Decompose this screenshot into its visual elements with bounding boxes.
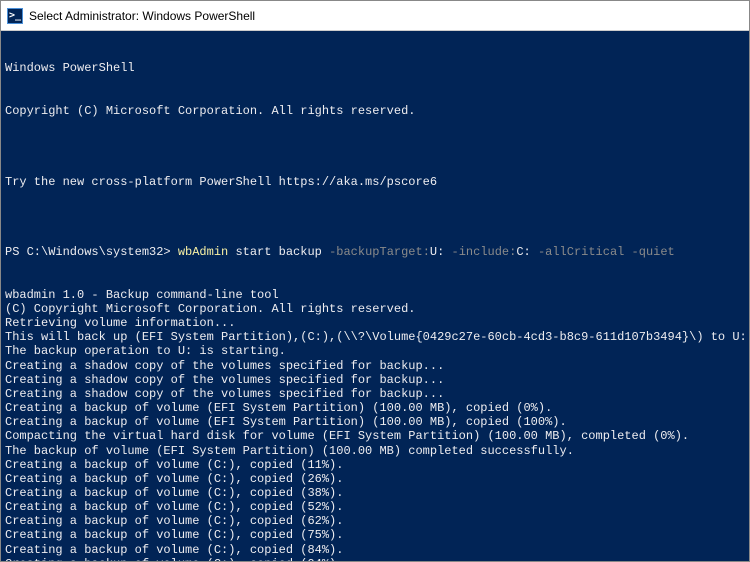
output-line: Creating a shadow copy of the volumes sp… bbox=[5, 387, 745, 401]
output-line: Creating a backup of volume (C:), copied… bbox=[5, 472, 745, 486]
output-line: wbadmin 1.0 - Backup command-line tool bbox=[5, 288, 745, 302]
command-args: start backup bbox=[228, 245, 329, 259]
try-pscore-line: Try the new cross-platform PowerShell ht… bbox=[5, 175, 745, 189]
output-lines: wbadmin 1.0 - Backup command-line tool(C… bbox=[5, 288, 745, 561]
command-flag: -backupTarget: bbox=[329, 245, 430, 259]
powershell-icon: >_ bbox=[7, 8, 23, 24]
output-line: Creating a backup of volume (C:), copied… bbox=[5, 543, 745, 557]
output-line: Creating a backup of volume (C:), copied… bbox=[5, 458, 745, 472]
output-line: Retrieving volume information... bbox=[5, 316, 745, 330]
banner-line: Copyright (C) Microsoft Corporation. All… bbox=[5, 104, 745, 118]
output-line: Creating a backup of volume (C:), copied… bbox=[5, 557, 745, 561]
terminal-body[interactable]: Windows PowerShell Copyright (C) Microso… bbox=[1, 31, 749, 561]
output-line: Compacting the virtual hard disk for vol… bbox=[5, 429, 745, 443]
output-line: Creating a backup of volume (C:), copied… bbox=[5, 514, 745, 528]
output-line: Creating a shadow copy of the volumes sp… bbox=[5, 373, 745, 387]
powershell-window: >_ Select Administrator: Windows PowerSh… bbox=[0, 0, 750, 562]
output-line: The backup operation to U: is starting. bbox=[5, 344, 745, 358]
command-flag-value: C: bbox=[516, 245, 538, 259]
command-name: wbAdmin bbox=[178, 245, 228, 259]
output-line: Creating a backup of volume (C:), copied… bbox=[5, 486, 745, 500]
output-line: Creating a backup of volume (EFI System … bbox=[5, 415, 745, 429]
output-line: Creating a backup of volume (EFI System … bbox=[5, 401, 745, 415]
command-flag-value: U: bbox=[430, 245, 452, 259]
prompt-prefix: PS C:\Windows\system32> bbox=[5, 245, 178, 259]
output-line: Creating a backup of volume (C:), copied… bbox=[5, 500, 745, 514]
output-line: Creating a shadow copy of the volumes sp… bbox=[5, 359, 745, 373]
output-line: Creating a backup of volume (C:), copied… bbox=[5, 528, 745, 542]
window-title: Select Administrator: Windows PowerShell bbox=[29, 9, 255, 23]
titlebar[interactable]: >_ Select Administrator: Windows PowerSh… bbox=[1, 1, 749, 31]
output-line: This will back up (EFI System Partition)… bbox=[5, 330, 745, 344]
command-flag: -allCritical -quiet bbox=[538, 245, 675, 259]
output-line: (C) Copyright Microsoft Corporation. All… bbox=[5, 302, 745, 316]
banner-line: Windows PowerShell bbox=[5, 61, 745, 75]
command-flag: -include: bbox=[452, 245, 517, 259]
prompt-line: PS C:\Windows\system32> wbAdmin start ba… bbox=[5, 245, 745, 259]
output-line: The backup of volume (EFI System Partiti… bbox=[5, 444, 745, 458]
